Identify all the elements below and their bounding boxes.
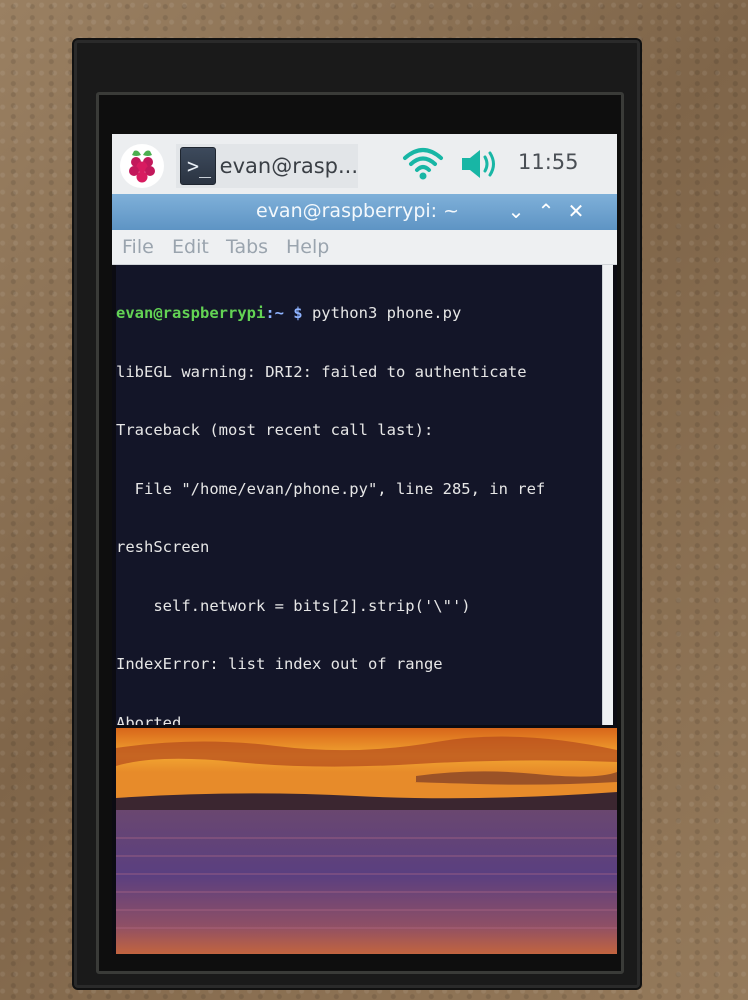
terminal-line: Aborted	[116, 713, 182, 726]
menu-edit[interactable]: Edit	[172, 236, 209, 258]
terminal-line: IndexError: list index out of range	[116, 655, 443, 673]
menu-file[interactable]: File	[122, 236, 154, 258]
clock[interactable]: 11:55	[518, 150, 579, 174]
menu-tabs[interactable]: Tabs	[226, 236, 268, 258]
terminal-line: File "/home/evan/phone.py", line 285, in…	[116, 479, 546, 498]
prompt-path: :~ $	[265, 304, 303, 322]
close-icon[interactable]: ✕	[564, 198, 588, 224]
raspberry-menu-button[interactable]	[120, 144, 164, 188]
terminal-line: libEGL warning: DRI2: failed to authenti…	[116, 362, 527, 381]
terminal-line: self.network = bits[2].strip('\"')	[116, 596, 471, 615]
maximize-icon[interactable]: ⌃	[534, 198, 558, 224]
taskbar: >_ evan@rasp... 11:55	[112, 134, 617, 195]
taskbar-terminal-button[interactable]: >_ evan@rasp...	[176, 144, 358, 188]
terminal-line: evan@raspberrypi:~ $ python3 phone.py	[116, 304, 602, 324]
minimize-icon[interactable]: ⌄	[504, 198, 528, 224]
menu-help[interactable]: Help	[286, 236, 329, 258]
speaker-icon[interactable]	[458, 146, 502, 182]
prompt-user: evan@raspberrypi	[116, 304, 266, 322]
desktop-wallpaper	[116, 728, 617, 954]
taskbar-task-label: evan@rasp...	[219, 154, 358, 178]
terminal-icon: >_	[180, 147, 216, 185]
sunset-wallpaper-image	[116, 728, 617, 954]
terminal-scrollbar[interactable]	[602, 265, 613, 725]
terminal-output[interactable]: evan@raspberrypi:~ $ python3 phone.py li…	[116, 265, 602, 725]
window-titlebar[interactable]: evan@raspberrypi: ~ ⌄ ⌃ ✕	[112, 194, 617, 230]
terminal-line: reshScreen	[116, 538, 210, 556]
terminal-line: Traceback (most recent call last):	[116, 421, 434, 439]
menubar: File Edit Tabs Help	[112, 230, 617, 265]
raspberry-pi-logo-icon	[129, 150, 155, 183]
wifi-icon[interactable]	[402, 146, 444, 182]
window-title: evan@raspberrypi: ~	[256, 200, 460, 222]
terminal-command: python3 phone.py	[302, 304, 462, 322]
screen: >_ evan@rasp... 11:55 evan@raspberrypi: …	[112, 134, 617, 954]
